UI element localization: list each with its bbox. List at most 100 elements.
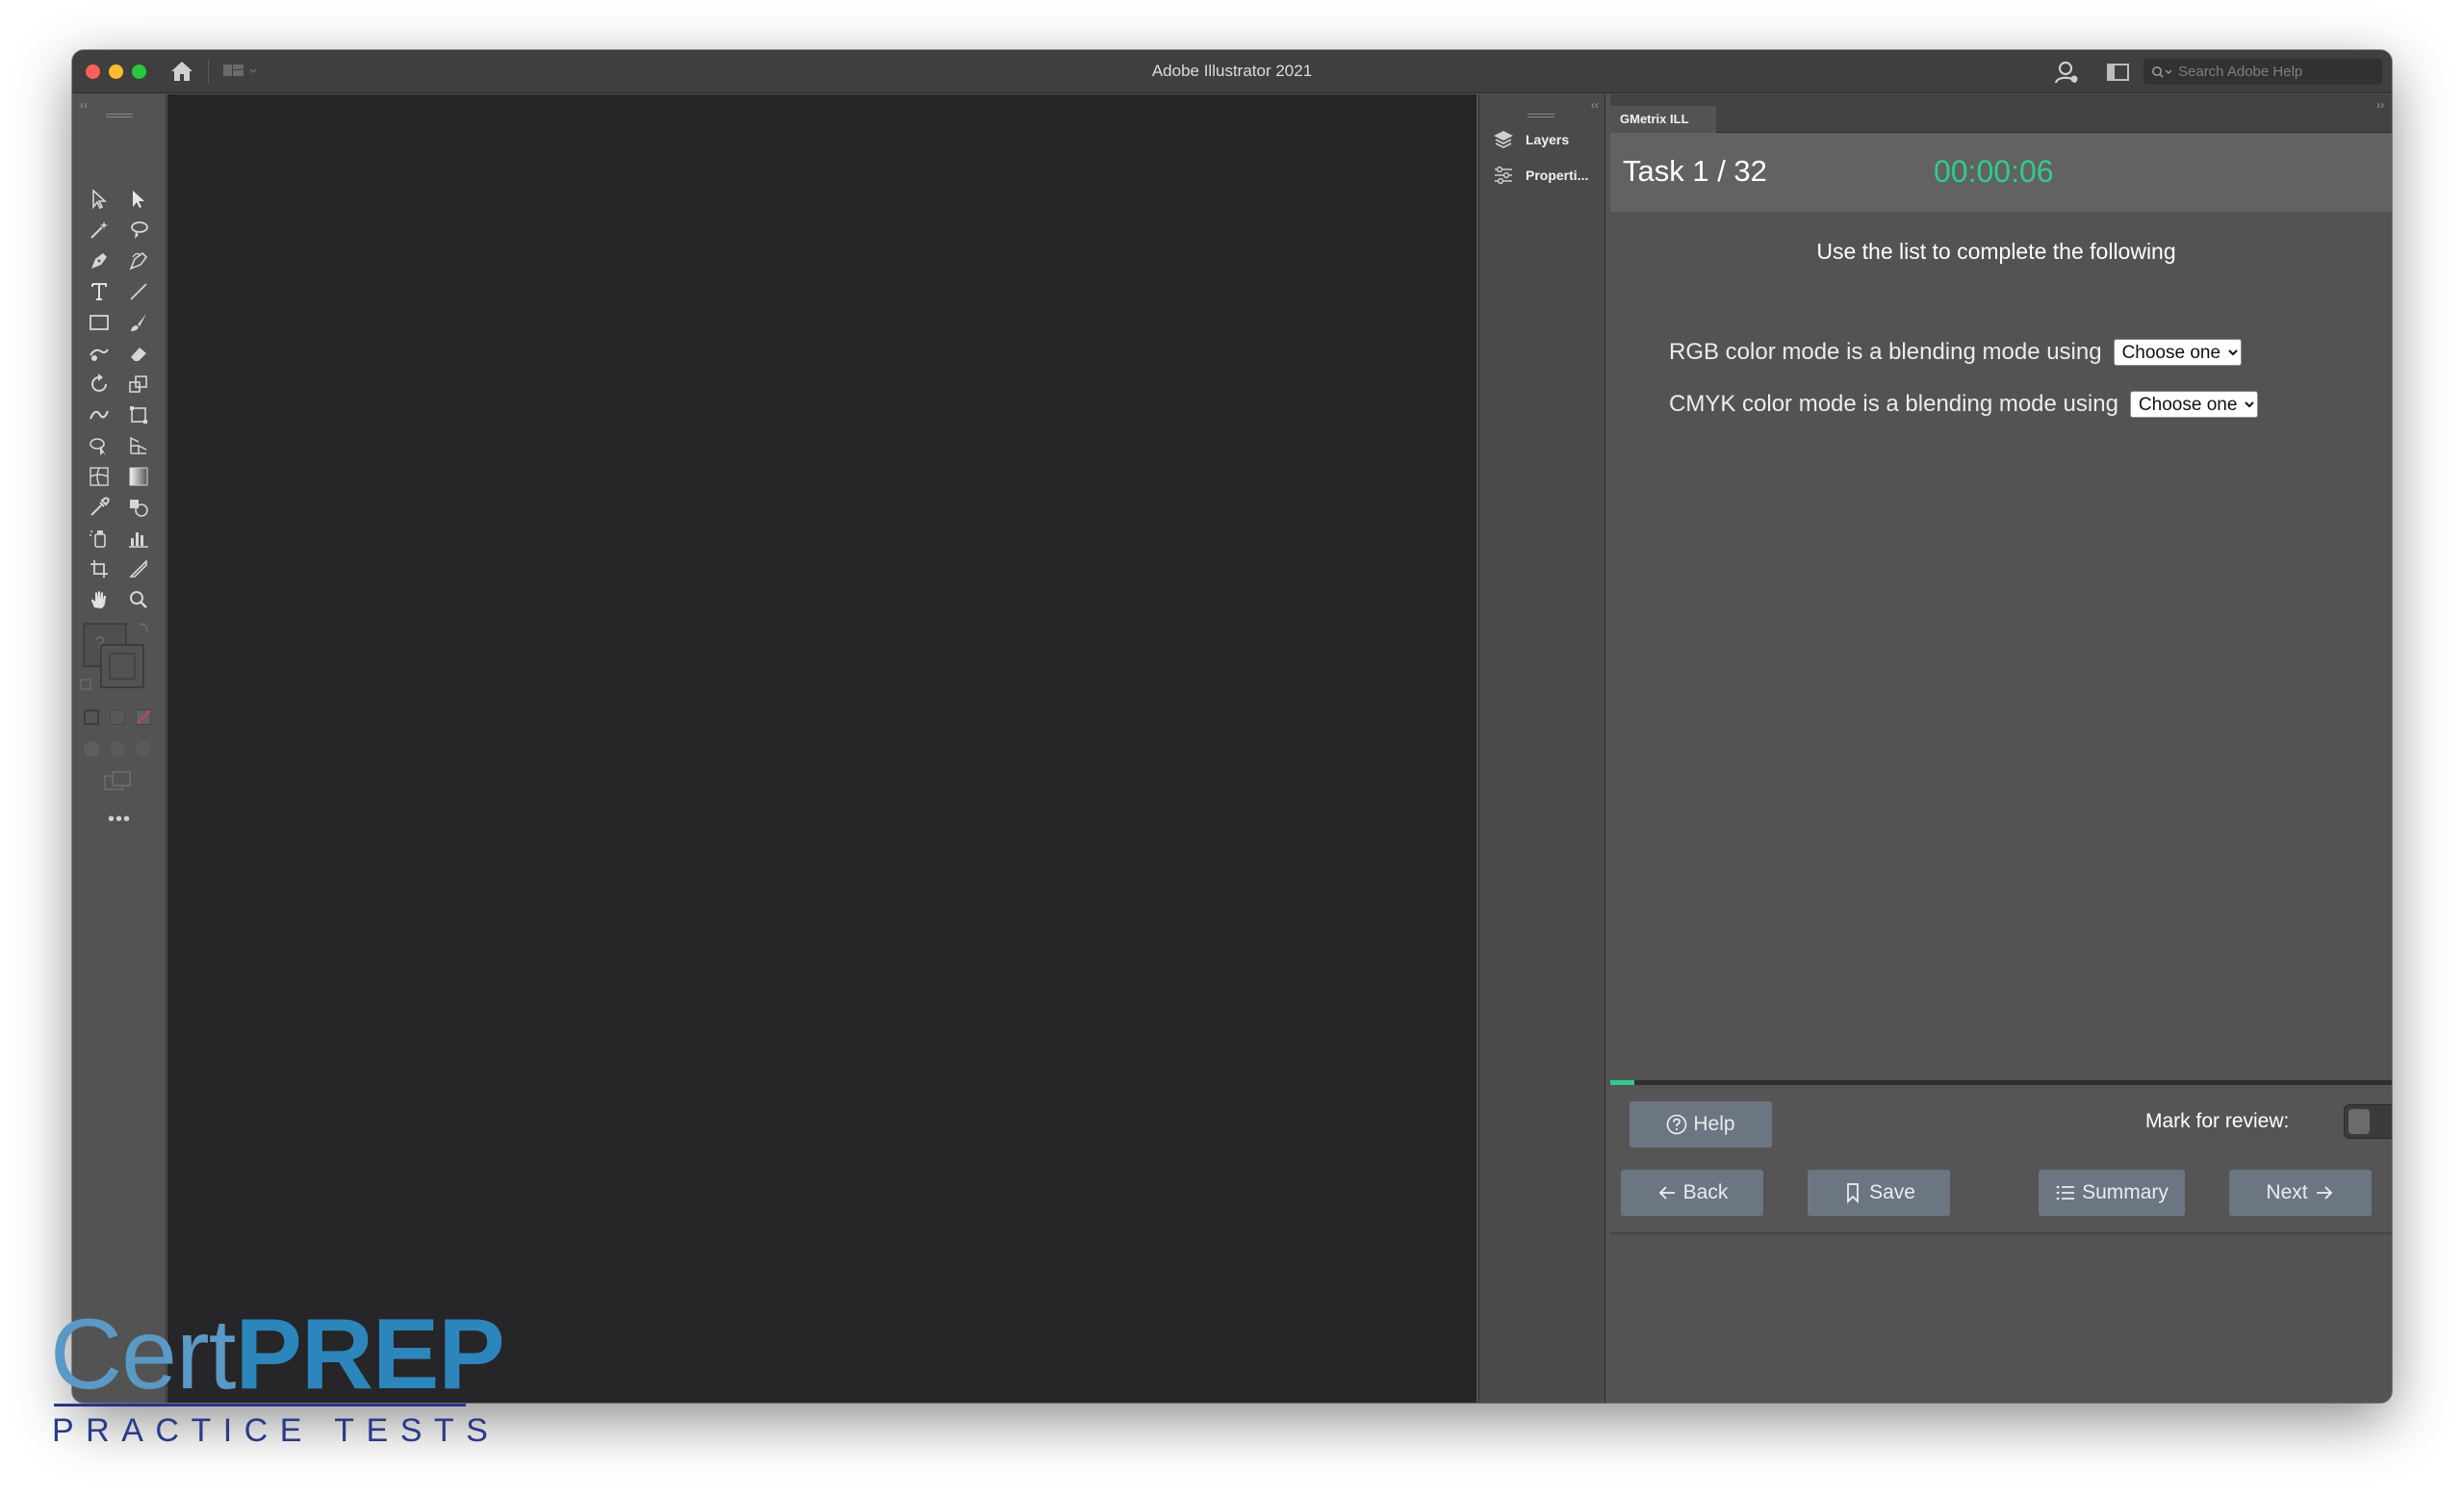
selection-tool[interactable] (83, 185, 116, 214)
shaper-tool[interactable] (83, 339, 116, 368)
expand-panel-icon[interactable]: ›› (2376, 98, 2384, 112)
back-label: Back (1682, 1181, 1729, 1203)
task-header: Task 1 / 32 00:00:06 (1610, 133, 2392, 212)
pen-tool[interactable] (83, 246, 116, 275)
paintbrush-tool[interactable] (122, 308, 155, 337)
user-account-icon[interactable] (2053, 59, 2080, 86)
certprep-logo: CertPREP PRACTICE TESTS (50, 1304, 505, 1459)
fill-stroke-swatches[interactable]: ? (80, 622, 157, 699)
line-segment-tool[interactable] (122, 277, 155, 306)
screen-mode-icon[interactable] (103, 770, 134, 793)
properties-icon (1495, 166, 1512, 185)
lasso-tool[interactable] (122, 216, 155, 245)
question-row: RGB color mode is a blending mode using … (1669, 339, 2242, 366)
free-transform-tool[interactable] (122, 400, 155, 429)
mark-for-review-label: Mark for review: (2145, 1110, 2290, 1132)
question-text: CMYK color mode is a blending mode using (1669, 391, 2118, 417)
help-button[interactable]: Help (1630, 1101, 1772, 1148)
shape-builder-tool[interactable] (83, 431, 116, 460)
summary-button[interactable]: Summary (2039, 1170, 2185, 1216)
tab-gmetrix[interactable]: GMetrix ILL LITA (1610, 106, 1716, 153)
next-label: Next (2266, 1181, 2308, 1203)
draw-normal-button[interactable] (84, 741, 99, 757)
gmetrix-panel: GMetrix ILL LITA ›› Task 1 / 32 00:00:06… (1610, 94, 2392, 1403)
certprep-wordmark: CertPREP (50, 1304, 505, 1405)
summary-label: Summary (2082, 1181, 2169, 1203)
artboard-tool[interactable] (83, 555, 116, 583)
mark-for-review-toggle[interactable] (2344, 1104, 2392, 1139)
type-tool[interactable] (83, 277, 116, 306)
app-window: Adobe Illustrator 2021 ‹‹ (72, 50, 2392, 1403)
eyedropper-tool[interactable] (83, 493, 116, 522)
help-label: Help (1693, 1113, 1735, 1135)
collapse-dock-icon[interactable]: ‹‹ (1591, 98, 1599, 112)
search-help-box[interactable] (2143, 59, 2382, 85)
draw-mode-buttons (84, 739, 151, 759)
gmetrix-tab-strip: GMetrix ILL LITA ›› (1610, 94, 2392, 153)
title-bar: Adobe Illustrator 2021 (72, 50, 2392, 93)
panel-dock: ‹‹ Layers Properti... (1478, 94, 1605, 1403)
logo-prep-text: PREP (235, 1299, 504, 1410)
hand-tool[interactable] (83, 585, 116, 614)
tools-panel: ‹‹ ? ••• (72, 94, 167, 1403)
task-instructions: Use the list to complete the following (1816, 239, 2176, 264)
layers-icon (1494, 131, 1513, 149)
arrow-right-icon (2316, 1186, 2332, 1200)
edit-toolbar-icon[interactable]: ••• (72, 809, 167, 831)
save-button[interactable]: Save (1808, 1170, 1950, 1216)
eraser-tool[interactable] (122, 339, 155, 368)
color-button[interactable] (84, 710, 99, 725)
gradient-tool[interactable] (122, 462, 155, 491)
search-input[interactable] (2178, 64, 2371, 80)
tools-panel-grip[interactable] (106, 114, 133, 117)
dock-item-properties[interactable]: Properti... (1479, 159, 1606, 192)
cmyk-answer-select[interactable]: Choose one (2129, 391, 2258, 418)
back-button[interactable]: Back (1621, 1170, 1763, 1216)
task-timer: 00:00:06 (1934, 154, 2054, 189)
magic-wand-tool[interactable] (83, 216, 116, 245)
help-icon (1667, 1114, 1687, 1135)
dock-item-label: Properti... (1526, 168, 1589, 183)
scale-tool[interactable] (122, 370, 155, 399)
question-text: RGB color mode is a blending mode using (1669, 339, 2102, 365)
none-button[interactable] (136, 710, 151, 725)
toggle-knob (2348, 1109, 2370, 1134)
bookmark-icon (1847, 1183, 1859, 1203)
arrange-documents-icon[interactable] (2106, 62, 2131, 83)
dock-item-layers[interactable]: Layers (1479, 123, 1606, 156)
slice-tool[interactable] (122, 555, 155, 583)
none-swatch-icon (136, 710, 151, 725)
artboard-canvas[interactable] (167, 94, 1476, 1403)
question-row: CMYK color mode is a blending mode using… (1669, 391, 2258, 418)
logo-rule (54, 1404, 466, 1407)
column-graph-tool[interactable] (122, 524, 155, 553)
task-footer: Help Mark for review: Back Save Summary … (1610, 1085, 2392, 1234)
rectangle-tool[interactable] (83, 308, 116, 337)
rotate-tool[interactable] (83, 370, 116, 399)
save-label: Save (1869, 1181, 1915, 1203)
dock-item-label: Layers (1526, 132, 1570, 147)
draw-inside-button[interactable] (136, 741, 151, 757)
collapse-tools-icon[interactable]: ‹‹ (80, 98, 88, 112)
list-icon (2056, 1185, 2075, 1201)
gradient-button[interactable] (110, 710, 125, 725)
search-icon (2152, 65, 2172, 78)
arrow-left-icon (1658, 1186, 1675, 1200)
draw-behind-button[interactable] (110, 741, 125, 757)
perspective-grid-tool[interactable] (122, 431, 155, 460)
dock-grip[interactable] (1527, 114, 1554, 117)
next-button[interactable]: Next (2229, 1170, 2372, 1216)
logo-cert-text: Cert (50, 1299, 236, 1410)
zoom-tool[interactable] (122, 585, 155, 614)
direct-selection-tool[interactable] (122, 185, 155, 214)
width-tool[interactable] (83, 400, 116, 429)
mesh-tool[interactable] (83, 462, 116, 491)
blend-tool[interactable] (122, 493, 155, 522)
task-counter: Task 1 / 32 (1623, 154, 1767, 188)
fill-mode-buttons (84, 708, 151, 727)
rgb-answer-select[interactable]: Choose one (2113, 339, 2242, 366)
logo-tagline: PRACTICE TESTS (52, 1412, 500, 1449)
symbol-sprayer-tool[interactable] (83, 524, 116, 553)
curvature-tool[interactable] (122, 246, 155, 275)
window-title: Adobe Illustrator 2021 (1151, 62, 1313, 80)
